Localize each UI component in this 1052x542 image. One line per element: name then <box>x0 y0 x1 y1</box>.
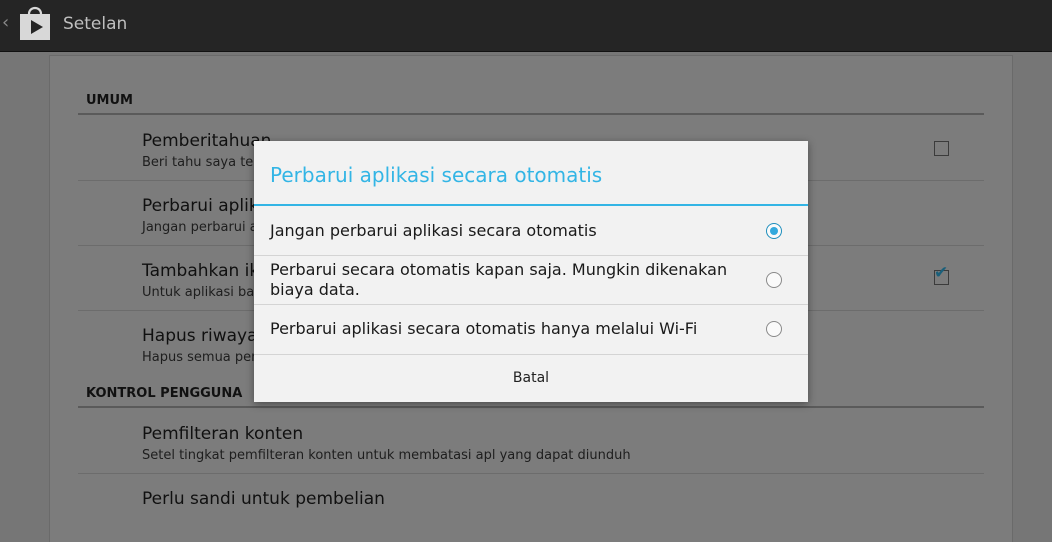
option-label: Perbarui secara otomatis kapan saja. Mun… <box>270 260 728 299</box>
pref-summary: Jangan perbarui a <box>142 220 258 235</box>
pref-summary: Setel tingkat pemfilteran konten untuk m… <box>142 448 631 463</box>
pref-summary: Untuk aplikasi bar <box>142 285 260 300</box>
play-store-bag-icon[interactable] <box>18 4 52 42</box>
radio-update-wifi-only[interactable] <box>766 321 782 337</box>
pref-title: Hapus riwayat <box>142 326 265 346</box>
add-icon-checkbox[interactable]: ✔ <box>934 265 949 285</box>
section-header-general: UMUM <box>86 93 133 108</box>
section-header-user-controls: KONTROL PENGGUNA <box>86 386 243 401</box>
pref-title: Pemfilteran konten <box>142 424 304 444</box>
pref-title: Pemberitahuan <box>142 131 272 151</box>
page-title: Setelan <box>63 14 128 34</box>
radio-update-anytime[interactable] <box>766 272 782 288</box>
pref-title: Tambahkan ik <box>142 261 260 281</box>
option-label: Jangan perbarui aplikasi secara otomatis <box>270 221 597 240</box>
dialog-title: Perbarui aplikasi secara otomatis <box>270 163 603 187</box>
auto-update-dialog: Perbarui aplikasi secara otomatis Jangan… <box>254 141 808 402</box>
row-divider <box>78 473 984 474</box>
cancel-button[interactable]: Batal <box>254 354 808 402</box>
option-update-wifi-only[interactable]: Perbarui aplikasi secara otomatis hanya … <box>254 305 808 354</box>
pref-summary: Hapus semua pen <box>142 350 260 365</box>
section-divider <box>78 113 984 115</box>
radio-selected-dot <box>770 227 778 235</box>
notifications-checkbox[interactable] <box>934 141 949 156</box>
action-bar: ‹ Setelan <box>0 0 1052 52</box>
pref-summary: Beri tahu saya ten <box>142 155 262 170</box>
radio-never-update[interactable] <box>766 223 782 239</box>
option-never-update[interactable]: Jangan perbarui aplikasi secara otomatis <box>254 206 808 255</box>
option-update-anytime[interactable]: Perbarui secara otomatis kapan saja. Mun… <box>254 256 808 305</box>
pref-title: Perbarui aplik <box>142 196 259 216</box>
chevron-left-icon[interactable]: ‹ <box>2 12 9 33</box>
section-divider <box>78 406 984 408</box>
checkmark-icon: ✔ <box>934 263 949 283</box>
option-label: Perbarui aplikasi secara otomatis hanya … <box>270 319 698 338</box>
pref-title: Perlu sandi untuk pembelian <box>142 489 385 509</box>
